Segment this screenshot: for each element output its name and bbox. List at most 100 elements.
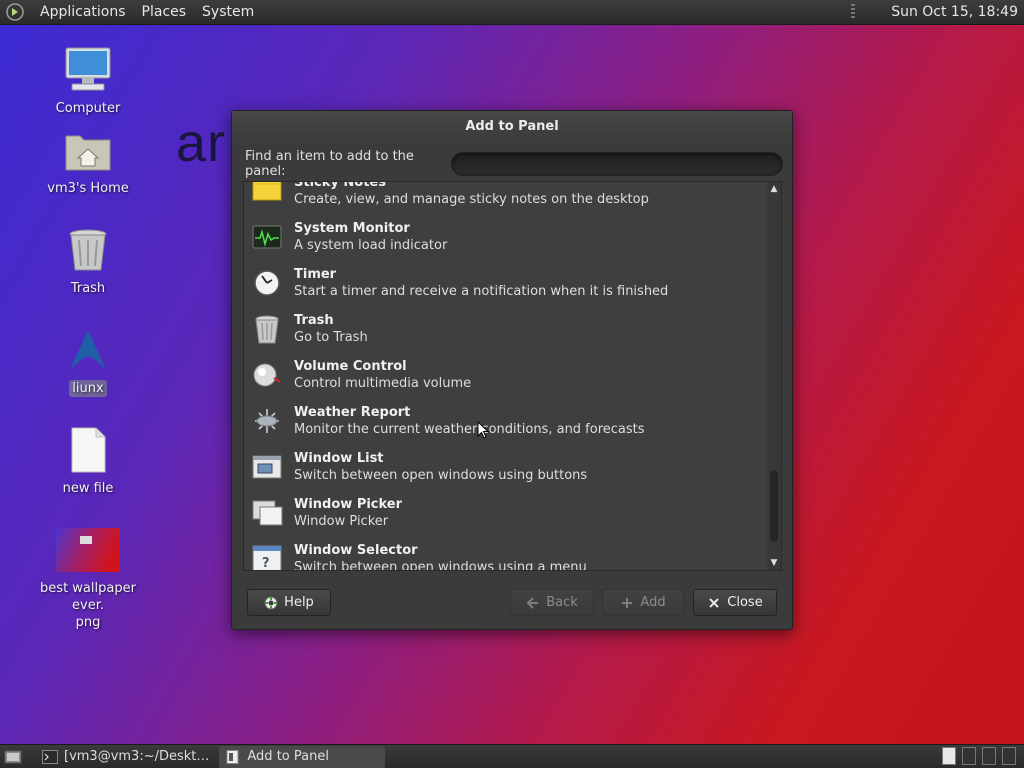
desktop-icon-label: best wallpaper ever. png — [33, 580, 143, 631]
list-item-timer[interactable]: Timer Start a timer and receive a notifi… — [244, 260, 768, 306]
list-item-volume-control[interactable]: Volume Control Control multimedia volume — [244, 352, 768, 398]
bottom-panel: [vm3@vm3:~/Deskt… Add to Panel — [0, 744, 1024, 768]
item-name: System Monitor — [294, 221, 410, 236]
desktop-icon-trash[interactable]: Trash — [33, 224, 143, 297]
desktop-icon-label-line: png — [75, 615, 101, 630]
item-description: Switch between open windows using button… — [294, 468, 588, 483]
close-icon — [709, 597, 719, 608]
add-button-label: Add — [640, 595, 666, 610]
top-panel: Applications Places System Sun Oct 15, 1… — [0, 0, 1024, 25]
desktop-icon-home[interactable]: vm3's Home — [33, 124, 143, 197]
desktop-icon-label: Trash — [70, 281, 106, 296]
item-name: Window Selector — [294, 543, 418, 558]
workspace-1[interactable] — [942, 747, 956, 765]
scroll-down-arrow-icon[interactable]: ▼ — [767, 556, 781, 570]
list-item-window-list[interactable]: Window List Switch between open windows … — [244, 444, 768, 490]
window-list-icon — [252, 455, 282, 479]
help-button[interactable]: Help — [247, 589, 331, 616]
volume-icon — [253, 363, 281, 387]
item-description: Window Picker — [294, 514, 389, 529]
show-desktop-icon[interactable] — [4, 749, 22, 765]
mate-logo-icon[interactable] — [6, 3, 24, 21]
item-description: Create, view, and manage sticky notes on… — [294, 192, 649, 207]
desktop-icon-liunx[interactable]: liunx — [33, 324, 143, 397]
item-description: Go to Trash — [294, 330, 368, 345]
dialog-title[interactable]: Add to Panel — [232, 111, 792, 142]
close-button-label: Close — [727, 595, 763, 610]
file-icon — [71, 427, 106, 473]
item-description: A system load indicator — [294, 238, 448, 253]
timer-icon — [254, 270, 280, 296]
item-name: Sticky Notes — [294, 181, 386, 190]
item-name: Weather Report — [294, 405, 411, 420]
help-lifebuoy-icon — [264, 596, 278, 609]
back-button-label: Back — [546, 595, 578, 610]
list-item-system-monitor[interactable]: System Monitor A system load indicator — [244, 214, 768, 260]
list-item-trash[interactable]: Trash Go to Trash — [244, 306, 768, 352]
desktop-icon-label: new file — [62, 481, 114, 496]
desktop-icon-wallpaper[interactable]: best wallpaper ever. png — [33, 524, 143, 631]
sticky-notes-icon — [252, 182, 282, 201]
item-name: Window List — [294, 451, 384, 466]
desktop-icon-new-file[interactable]: new file — [33, 424, 143, 497]
desktop-icon-label: vm3's Home — [47, 181, 129, 196]
find-row: Find an item to add to the panel: — [245, 149, 783, 179]
window-selector-icon: ? — [252, 545, 282, 571]
computer-icon — [65, 47, 111, 91]
plus-icon — [622, 597, 633, 608]
scrollbar-thumb[interactable] — [770, 470, 778, 542]
search-input[interactable] — [451, 152, 783, 176]
home-folder-icon — [65, 135, 111, 171]
list-item-window-selector[interactable]: ? Window Selector Switch between open wi… — [244, 536, 768, 571]
find-label: Find an item to add to the panel: — [245, 149, 414, 179]
item-description: Switch between open windows using a menu — [294, 560, 587, 571]
arch-logo-icon — [70, 330, 106, 370]
item-name: Trash — [294, 313, 334, 328]
help-button-label: Help — [284, 595, 314, 610]
item-name: Timer — [294, 267, 337, 282]
back-arrow-icon — [526, 596, 539, 609]
wallpaper-text: ar — [176, 113, 227, 173]
system-menu[interactable]: System — [194, 0, 262, 25]
applet-list-items: Sticky Notes Create, view, and manage st… — [244, 181, 768, 571]
workspace-2[interactable] — [962, 747, 976, 765]
svg-text:?: ? — [262, 556, 270, 571]
item-description: Start a timer and receive a notification… — [294, 284, 669, 299]
scroll-up-arrow-icon[interactable]: ▲ — [767, 182, 781, 196]
workspace-4[interactable] — [1002, 747, 1016, 765]
workspace-3[interactable] — [982, 747, 996, 765]
desktop-icon-computer[interactable]: Computer — [33, 44, 143, 117]
applications-menu[interactable]: Applications — [32, 0, 134, 25]
applet-list: Sticky Notes Create, view, and manage st… — [243, 181, 782, 571]
taskbar-item-label: [vm3@vm3:~/Deskt… — [64, 749, 210, 764]
add-to-panel-dialog: Add to Panel Find an item to add to the … — [231, 110, 793, 630]
desktop-icon-label-line: best wallpaper ever. — [40, 581, 136, 613]
panel-handle[interactable] — [851, 4, 856, 20]
back-button[interactable]: Back — [510, 589, 594, 616]
mouse-pointer-icon — [477, 421, 489, 439]
list-item-window-picker[interactable]: Window Picker Window Picker — [244, 490, 768, 536]
item-name: Volume Control — [294, 359, 407, 374]
desktop-icon-label: Computer — [55, 101, 121, 116]
workspace-switcher[interactable] — [940, 745, 1024, 768]
taskbar-item-label: Add to Panel — [247, 749, 329, 764]
list-item-sticky-notes[interactable]: Sticky Notes Create, view, and manage st… — [244, 181, 768, 214]
weather-icon — [255, 409, 279, 433]
system-monitor-icon — [252, 225, 282, 249]
taskbar-item-terminal[interactable]: [vm3@vm3:~/Deskt… — [36, 746, 215, 768]
item-description: Control multimedia volume — [294, 376, 472, 391]
window-icon — [226, 749, 239, 764]
clock[interactable]: Sun Oct 15, 18:49 — [891, 4, 1018, 20]
desktop-icon-label: liunx — [69, 380, 107, 397]
close-button[interactable]: Close — [693, 589, 777, 616]
terminal-icon — [42, 749, 58, 764]
item-name: Window Picker — [294, 497, 403, 512]
image-thumbnail-icon — [56, 528, 120, 572]
taskbar-item-add-to-panel[interactable]: Add to Panel — [219, 745, 386, 768]
list-item-weather-report[interactable]: Weather Report Monitor the current weath… — [244, 398, 768, 444]
list-scrollbar[interactable]: ▲ ▼ — [767, 182, 781, 570]
window-picker-icon — [252, 500, 283, 526]
trash-icon — [255, 315, 279, 344]
add-button[interactable]: Add — [602, 589, 684, 616]
places-menu[interactable]: Places — [134, 0, 195, 25]
